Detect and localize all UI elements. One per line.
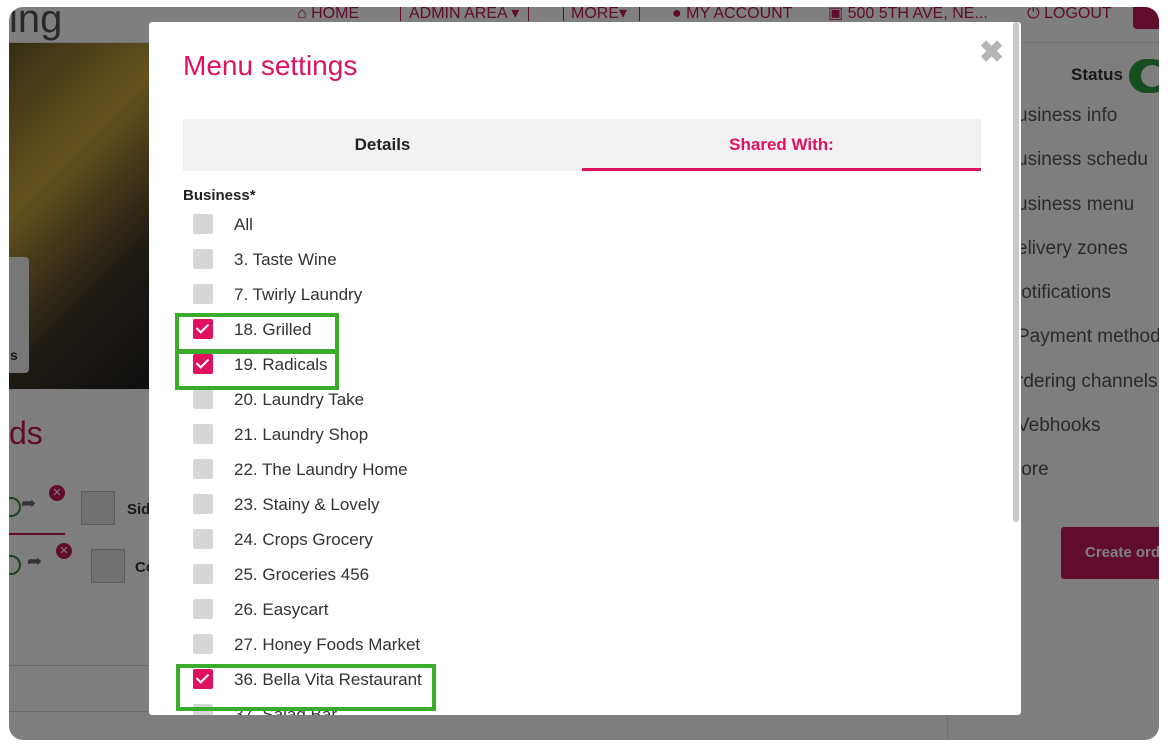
business-option[interactable]: 18. Grilled — [183, 317, 483, 347]
close-icon[interactable]: ✖ — [979, 38, 1004, 68]
business-name: 21. Laundry Shop — [234, 425, 369, 444]
business-option[interactable]: 26. Easycart — [183, 597, 483, 627]
business-name: 3. Taste Wine — [234, 250, 337, 269]
business-option[interactable]: 7. Twirly Laundry — [183, 282, 483, 312]
app-frame: ing ⌂ HOME ADMIN AREA ▾ MORE▾ ● MY ACCOU… — [9, 7, 1159, 740]
business-name: 19. Radicals — [234, 355, 328, 374]
checkbox[interactable] — [193, 214, 213, 234]
checkbox[interactable] — [193, 704, 213, 715]
business-name: 37. Salad Bar — [234, 705, 338, 715]
tab-shared-with[interactable]: Shared With: — [582, 119, 981, 171]
business-name: 22. The Laundry Home — [234, 460, 408, 479]
checkbox[interactable] — [193, 634, 213, 654]
menu-settings-modal: Menu settings ✖ Details Shared With: Bus… — [149, 22, 1021, 715]
business-option[interactable]: 22. The Laundry Home — [183, 457, 483, 487]
business-name: 36. Bella Vita Restaurant — [234, 670, 422, 689]
checkbox[interactable] — [193, 424, 213, 444]
business-name: 7. Twirly Laundry — [234, 285, 363, 304]
checkbox[interactable] — [193, 494, 213, 514]
business-name: 26. Easycart — [234, 600, 329, 619]
tab-details[interactable]: Details — [183, 119, 582, 171]
checkbox[interactable] — [193, 599, 213, 619]
checkbox-checked[interactable] — [193, 669, 213, 689]
business-option-all[interactable]: All — [183, 212, 483, 242]
business-name: 24. Crops Grocery — [234, 530, 373, 549]
business-option[interactable]: 21. Laundry Shop — [183, 422, 483, 452]
business-option[interactable]: 37. Salad Bar — [183, 702, 483, 715]
checkbox[interactable] — [193, 529, 213, 549]
modal-title: Menu settings — [183, 50, 358, 81]
business-option[interactable]: 3. Taste Wine — [183, 247, 483, 277]
checkbox-checked[interactable] — [193, 354, 213, 374]
business-name: 23. Stainy & Lovely — [234, 495, 380, 514]
checkbox[interactable] — [193, 459, 213, 479]
business-option[interactable]: 25. Groceries 456 — [183, 562, 483, 592]
business-option[interactable]: 19. Radicals — [183, 352, 483, 382]
modal-tabs: Details Shared With: — [183, 119, 981, 171]
modal-scrollbar[interactable] — [1013, 22, 1019, 522]
business-option[interactable]: 27. Honey Foods Market — [183, 632, 483, 662]
business-name: 18. Grilled — [234, 320, 312, 339]
checkbox[interactable] — [193, 389, 213, 409]
business-field-label: Business* — [183, 187, 256, 204]
checkbox-checked[interactable] — [193, 319, 213, 339]
checkbox[interactable] — [193, 564, 213, 584]
checkbox[interactable] — [193, 284, 213, 304]
business-name: 25. Groceries 456 — [234, 565, 370, 584]
business-option[interactable]: 36. Bella Vita Restaurant — [183, 667, 483, 697]
checkbox[interactable] — [193, 249, 213, 269]
active-tab-indicator — [582, 168, 981, 171]
business-option[interactable]: 23. Stainy & Lovely — [183, 492, 483, 522]
business-option[interactable]: 24. Crops Grocery — [183, 527, 483, 557]
business-name: 27. Honey Foods Market — [234, 635, 421, 654]
business-name: All — [234, 215, 253, 234]
business-option[interactable]: 20. Laundry Take — [183, 387, 483, 417]
business-name: 20. Laundry Take — [234, 390, 365, 409]
